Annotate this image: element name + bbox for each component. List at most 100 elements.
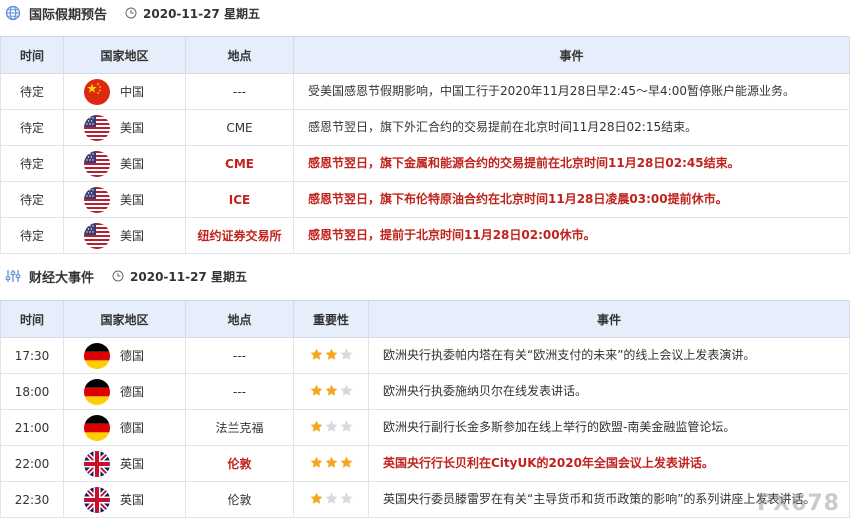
importance-cell — [293, 373, 369, 410]
table-row: 待定 美国 ICE 感恩节翌日，旗下布伦特原油合约在北京时间11月28日凌晨03:00… — [0, 181, 850, 218]
place-cell: --- — [185, 337, 294, 374]
importance-cell — [293, 481, 369, 518]
table-row: 18:00 德国 --- 欧洲央行执委施纳贝尔在线发表讲话。 — [0, 373, 850, 410]
col-header-importance: 重要性 — [293, 300, 369, 338]
time-cell: 待定 — [0, 217, 64, 254]
col-header-place: 地点 — [185, 300, 294, 338]
col-header-country: 国家地区 — [63, 300, 186, 338]
table-row: 17:30 德国 --- 欧洲央行执委帕内塔在有关“欧洲支付的未来”的线上会议上发表演… — [0, 337, 850, 374]
country: 英国 — [64, 450, 185, 477]
event-cell: 感恩节翌日，旗下布伦特原油合约在北京时间11月28日凌晨03:00提前休市。 — [293, 181, 850, 218]
time-cell: 18:00 — [0, 373, 64, 410]
country: 德国 — [64, 342, 185, 369]
flag-cn-icon — [84, 78, 110, 105]
event-cell: 欧洲央行执委施纳贝尔在线发表讲话。 — [368, 373, 850, 410]
time-cell: 待定 — [0, 145, 64, 182]
importance-cell — [293, 445, 369, 482]
holiday-table: 时间 国家地区 地点 事件 待定 中国 --- 受美国感恩节假期影响，中国工行于202… — [0, 36, 850, 254]
star-filled-icon — [325, 456, 337, 468]
col-header-time: 时间 — [0, 300, 64, 338]
country-name: 德国 — [120, 421, 145, 435]
country-cell: 德国 — [63, 337, 186, 374]
star-filled-icon — [340, 456, 352, 468]
star-empty-icon — [340, 348, 352, 360]
country-cell: 中国 — [63, 73, 186, 110]
country: 美国 — [64, 186, 185, 213]
star-filled-icon — [325, 384, 337, 396]
event-cell: 欧洲央行副行长金多斯参加在线上举行的欧盟-南美金融监管论坛。 — [368, 409, 850, 446]
country-name: 德国 — [120, 385, 145, 399]
event-cell: 欧洲央行执委帕内塔在有关“欧洲支付的未来”的线上会议上发表演讲。 — [368, 337, 850, 374]
country-cell: 德国 — [63, 373, 186, 410]
events-table: 时间 国家地区 地点 重要性 事件 17:30 德国 --- 欧洲央行执委帕内塔在有关… — [0, 300, 850, 518]
place-cell: 伦敦 — [185, 445, 294, 482]
place-cell: CME — [185, 145, 294, 182]
holiday-table-header: 时间 国家地区 地点 事件 — [0, 36, 850, 74]
col-header-event: 事件 — [368, 300, 850, 338]
country: 德国 — [64, 378, 185, 405]
star-empty-icon — [325, 420, 337, 432]
col-header-time: 时间 — [0, 36, 64, 74]
country: 德国 — [64, 414, 185, 441]
flag-gb-icon — [84, 486, 110, 513]
time-cell: 21:00 — [0, 409, 64, 446]
country-cell: 美国 — [63, 109, 186, 146]
holiday-section-header: 国际假期预告 2020-11-27 星期五 — [0, 0, 850, 26]
importance-stars — [310, 384, 353, 397]
table-row: 待定 美国 CME 感恩节翌日，旗下金属和能源合约的交易提前在北京时间11月28日02… — [0, 145, 850, 182]
place-cell: 伦敦 — [185, 481, 294, 518]
place-cell: ICE — [185, 181, 294, 218]
table-row: 22:00 英国 伦敦 英国央行行长贝利在CityUK的2020年全国会议上发表讲话。 — [0, 445, 850, 482]
col-header-place: 地点 — [185, 36, 294, 74]
importance-stars — [310, 492, 353, 505]
country-cell: 美国 — [63, 145, 186, 182]
holiday-section-date: 2020-11-27 星期五 — [125, 5, 260, 22]
table-row: 待定 美国 纽约证券交易所 感恩节翌日，提前于北京时间11月28日02:00休市。 — [0, 217, 850, 254]
star-filled-icon — [310, 420, 322, 432]
table-row: 待定 中国 --- 受美国感恩节假期影响，中国工行于2020年11月28日早2:45～… — [0, 73, 850, 110]
country-name: 德国 — [120, 349, 145, 363]
flag-us-icon — [84, 222, 110, 249]
flag-us-icon — [84, 150, 110, 177]
table-row: 21:00 德国 法兰克福 欧洲央行副行长金多斯参加在线上举行的欧盟-南美金融监管论坛… — [0, 409, 850, 446]
country-name: 美国 — [120, 157, 145, 171]
clock-icon — [125, 7, 137, 19]
place-cell: --- — [185, 73, 294, 110]
importance-stars — [310, 456, 353, 469]
country-name: 美国 — [120, 121, 145, 135]
place-cell: 法兰克福 — [185, 409, 294, 446]
country-name: 美国 — [120, 193, 145, 207]
country-cell: 美国 — [63, 181, 186, 218]
country: 美国 — [64, 150, 185, 177]
event-cell: 受美国感恩节假期影响，中国工行于2020年11月28日早2:45～早4:00暂停… — [293, 73, 850, 110]
equalizer-icon — [5, 268, 21, 284]
star-empty-icon — [325, 492, 337, 504]
time-cell: 待定 — [0, 73, 64, 110]
country-cell: 英国 — [63, 481, 186, 518]
flag-gb-icon — [84, 450, 110, 477]
watermark: FX678 — [757, 491, 840, 516]
col-header-event: 事件 — [293, 36, 850, 74]
place-cell: --- — [185, 373, 294, 410]
country: 美国 — [64, 114, 185, 141]
country-name: 美国 — [120, 229, 145, 243]
globe-icon — [5, 5, 21, 21]
country-name: 中国 — [120, 85, 145, 99]
star-filled-icon — [310, 348, 322, 360]
country-cell: 美国 — [63, 217, 186, 254]
importance-stars — [310, 420, 353, 433]
importance-cell — [293, 337, 369, 374]
flag-de-icon — [84, 414, 110, 441]
star-empty-icon — [340, 492, 352, 504]
time-cell: 22:30 — [0, 481, 64, 518]
events-section-title: 财经大事件 — [29, 270, 95, 286]
importance-cell — [293, 409, 369, 446]
table-row: 22:30 英国 伦敦 英国央行委员滕雷罗在有关“主导货币和货币政策的影响”的系列讲座… — [0, 481, 850, 518]
star-filled-icon — [310, 492, 322, 504]
time-cell: 22:00 — [0, 445, 64, 482]
time-cell: 待定 — [0, 181, 64, 218]
country-name: 英国 — [120, 457, 145, 471]
event-cell: 英国央行行长贝利在CityUK的2020年全国会议上发表讲话。 — [368, 445, 850, 482]
events-table-header: 时间 国家地区 地点 重要性 事件 — [0, 300, 850, 338]
time-cell: 待定 — [0, 109, 64, 146]
